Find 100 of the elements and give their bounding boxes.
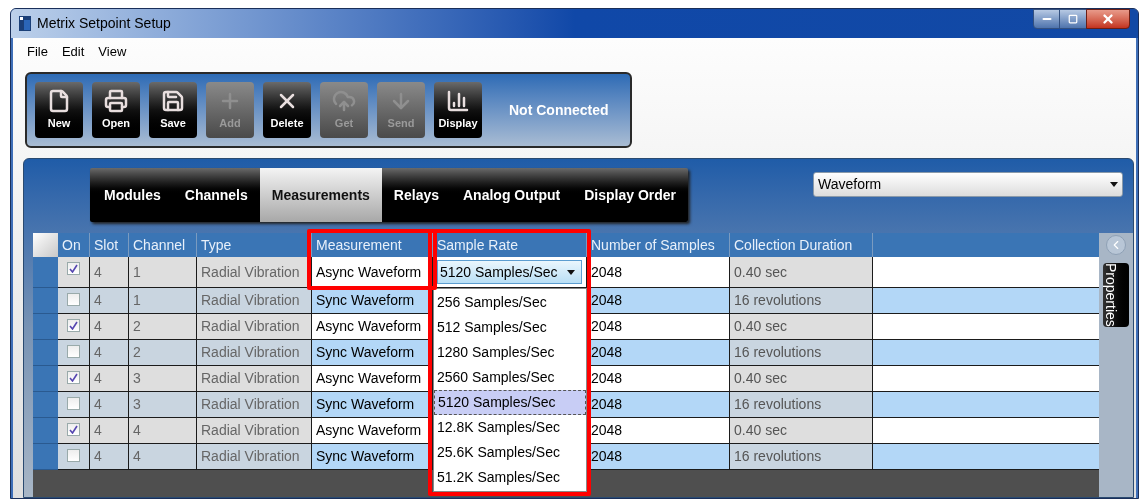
dropdown-option[interactable]: 1280 Samples/Sec [434, 340, 586, 365]
menu-item[interactable]: Edit [61, 42, 85, 62]
toolbar-button[interactable]: Save [149, 82, 197, 138]
app-icon [19, 16, 31, 31]
table-cell: Sync Waveform [312, 340, 433, 366]
table-cell: 16 revolutions [730, 392, 873, 418]
maximize-button[interactable] [1060, 9, 1086, 29]
check-icon [69, 321, 78, 330]
table-cell: 16 revolutions [730, 288, 873, 314]
table-cell: Sync Waveform [312, 392, 433, 418]
toolbar-button[interactable]: Display [434, 82, 482, 138]
connection-status: Not Connected [509, 100, 609, 120]
minimize-button[interactable] [1033, 9, 1060, 29]
filter-dropdown[interactable]: Waveform [813, 172, 1123, 197]
close-button[interactable] [1086, 9, 1130, 29]
table-cell: 4 [129, 418, 197, 444]
table-cell: Radial Vibration [197, 340, 312, 366]
caret-icon [567, 269, 575, 275]
tab[interactable]: Channels [172, 168, 260, 222]
menu-item[interactable]: View [98, 42, 127, 62]
table-cell: Async Waveform [312, 418, 433, 444]
menu-item[interactable]: File [27, 42, 48, 62]
row-header[interactable] [33, 340, 58, 366]
checkbox[interactable] [67, 397, 80, 410]
tab[interactable]: Measurements [259, 168, 382, 222]
printer-icon [104, 88, 128, 113]
table-cell: 2 [129, 314, 197, 340]
check-icon [69, 425, 78, 434]
checkbox[interactable] [67, 345, 80, 358]
checkbox[interactable] [67, 449, 80, 462]
maximize-icon [1068, 14, 1078, 24]
checkbox[interactable] [67, 319, 80, 332]
table-cell: Radial Vibration [197, 444, 312, 470]
row-header[interactable] [33, 392, 58, 418]
table-cell: 4 [90, 314, 129, 340]
toolbar-button[interactable]: New [35, 82, 83, 138]
floppy-icon [161, 88, 185, 113]
table-cell: Sync Waveform [312, 444, 433, 470]
tab[interactable]: Display Order [572, 168, 689, 222]
table-cell: Radial Vibration [197, 392, 312, 418]
checkbox[interactable] [67, 293, 80, 306]
dropdown-option[interactable]: 256 Samples/Sec [434, 290, 586, 315]
table-cell: 4 [90, 340, 129, 366]
bar-chart-icon [446, 88, 470, 113]
table-cell: 16 revolutions [730, 340, 873, 366]
check-icon [69, 264, 78, 273]
table-cell: Radial Vibration [197, 288, 312, 314]
close-icon [1101, 12, 1115, 26]
table-cell: 4 [90, 257, 129, 288]
row-header[interactable] [33, 257, 58, 288]
checkbox[interactable] [67, 262, 80, 275]
row-header[interactable] [33, 366, 58, 392]
select-all-corner[interactable] [33, 233, 58, 257]
collapse-button[interactable] [1106, 235, 1126, 255]
table-cell: 4 [90, 418, 129, 444]
window-title: Metrix Setpoint Setup [37, 14, 171, 33]
table-cell: 4 [90, 444, 129, 470]
dropdown-option[interactable]: 512 Samples/Sec [434, 315, 586, 340]
toolbar-button[interactable]: Delete [263, 82, 311, 138]
table-cell: 0.40 sec [730, 314, 873, 340]
table-cell: 0.40 sec [730, 366, 873, 392]
tab[interactable]: Analog Output [451, 168, 573, 222]
sample-rate-combo[interactable]: 5120 Samples/Sec [437, 260, 582, 284]
table-cell: Radial Vibration [197, 314, 312, 340]
cloud-upload-icon [332, 88, 356, 113]
table-cell: Async Waveform [312, 366, 433, 392]
checkbox[interactable] [67, 371, 80, 384]
dropdown-option[interactable]: 5120 Samples/Sec [434, 390, 586, 415]
table-cell: Radial Vibration [197, 257, 312, 288]
table-cell: 16 revolutions [730, 444, 873, 470]
table-cell: 4 [90, 392, 129, 418]
row-header[interactable] [33, 444, 58, 470]
table-cell: Radial Vibration [197, 418, 312, 444]
toolbar-button[interactable]: Open [92, 82, 140, 138]
checkbox[interactable] [67, 423, 80, 436]
caret-icon [1110, 182, 1118, 187]
row-header[interactable] [33, 314, 58, 340]
dropdown-option[interactable]: 51.2K Samples/Sec [434, 465, 586, 490]
table-cell: 0.40 sec [730, 257, 873, 288]
table-cell: 4 [129, 444, 197, 470]
dropdown-option[interactable]: 25.6K Samples/Sec [434, 440, 586, 465]
table-cell: Async Waveform [312, 314, 433, 340]
table-cell: 1 [129, 257, 197, 288]
page-icon [47, 88, 71, 113]
dropdown-option[interactable]: 2560 Samples/Sec [434, 365, 586, 390]
properties-tab[interactable]: Properties [1103, 263, 1129, 327]
tab[interactable]: Relays [381, 168, 451, 222]
table-cell: Radial Vibration [197, 366, 312, 392]
table-cell: 0.40 sec [730, 418, 873, 444]
table-cell: 1 [129, 288, 197, 314]
row-header[interactable] [33, 288, 58, 314]
table-cell: 2 [129, 340, 197, 366]
table-cell: 4 [90, 366, 129, 392]
check-icon [69, 373, 78, 382]
dropdown-option[interactable]: 12.8K Samples/Sec [434, 415, 586, 440]
tab[interactable]: Modules [90, 168, 173, 222]
table-cell: 3 [129, 366, 197, 392]
table-cell: 4 [90, 288, 129, 314]
row-header[interactable] [33, 418, 58, 444]
table-cell: 3 [129, 392, 197, 418]
